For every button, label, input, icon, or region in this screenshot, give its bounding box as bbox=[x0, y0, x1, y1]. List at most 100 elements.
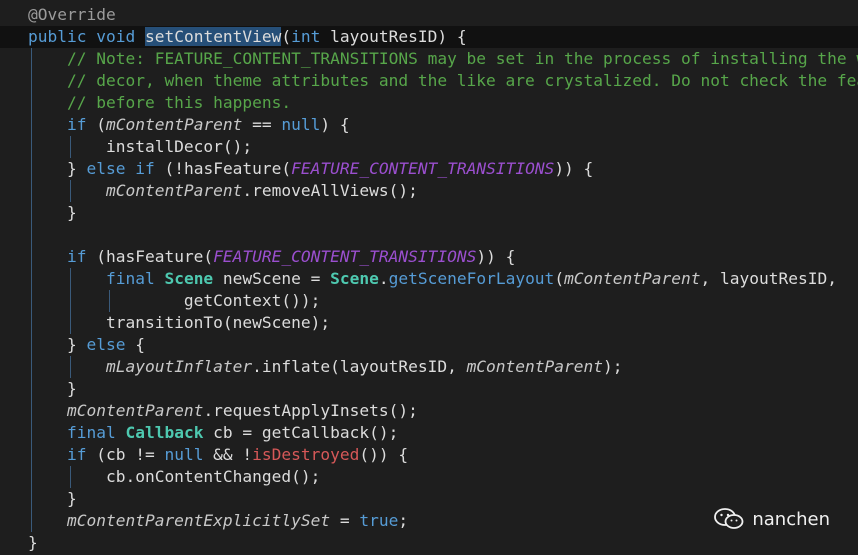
code-line[interactable]: installDecor(); bbox=[0, 136, 858, 158]
code-token: @Override bbox=[28, 5, 116, 24]
code-token: mLayoutInflater bbox=[105, 357, 253, 376]
code-token: mContentParent bbox=[66, 401, 204, 420]
code-text: cb.onContentChanged(); bbox=[28, 466, 320, 488]
code-token: ; bbox=[398, 511, 409, 530]
code-line[interactable]: } bbox=[0, 202, 858, 224]
code-text: getContext()); bbox=[28, 290, 320, 312]
code-text: final Scene newScene = Scene.getSceneFor… bbox=[28, 268, 837, 290]
code-editor[interactable]: @Override public void setContentView(int … bbox=[0, 0, 858, 555]
code-line[interactable]: // decor, when theme attributes and the … bbox=[0, 70, 858, 92]
indent-guide bbox=[70, 136, 71, 158]
code-token: ) { bbox=[320, 115, 350, 134]
code-token: newScene = bbox=[213, 269, 331, 288]
indent-guide bbox=[70, 466, 71, 488]
code-token: (cb != bbox=[86, 445, 165, 464]
code-line[interactable]: if (hasFeature(FEATURE_CONTENT_TRANSITIO… bbox=[0, 246, 858, 268]
code-token: mContentParent bbox=[564, 269, 701, 288]
code-line[interactable]: // Note: FEATURE_CONTENT_TRANSITIONS may… bbox=[0, 48, 858, 70]
code-line[interactable]: if (cb != null && !isDestroyed()) { bbox=[0, 444, 858, 466]
wechat-icon bbox=[714, 508, 744, 529]
code-token: final bbox=[105, 269, 155, 288]
indent-guide bbox=[31, 48, 32, 532]
code-token: mContentParent bbox=[105, 115, 243, 134]
code-token: } bbox=[28, 335, 87, 354]
code-token: mContentParentExplicitlySet bbox=[66, 511, 331, 530]
code-token: true bbox=[359, 511, 399, 530]
code-token: )) { bbox=[476, 247, 516, 266]
watermark-text: nanchen bbox=[752, 508, 830, 530]
code-line[interactable]: public void setContentView(int layoutRes… bbox=[0, 26, 858, 48]
code-line[interactable]: cb.onContentChanged(); bbox=[0, 466, 858, 488]
code-token: (hasFeature( bbox=[86, 247, 214, 266]
code-line[interactable]: // before this happens. bbox=[0, 92, 858, 114]
code-token: , layoutResID, bbox=[700, 269, 837, 288]
watermark: nanchen bbox=[714, 507, 830, 531]
code-line[interactable]: } else if (!hasFeature(FEATURE_CONTENT_T… bbox=[0, 158, 858, 180]
code-token: // before this happens. bbox=[66, 93, 292, 112]
code-token: } bbox=[28, 533, 38, 552]
code-token: && ! bbox=[203, 445, 253, 464]
code-line[interactable]: mContentParent.removeAllViews(); bbox=[0, 180, 858, 202]
code-line[interactable]: @Override bbox=[0, 4, 858, 26]
code-text: if (hasFeature(FEATURE_CONTENT_TRANSITIO… bbox=[28, 246, 515, 268]
code-token: public bbox=[28, 27, 87, 46]
code-token: = bbox=[330, 511, 360, 530]
indent-guide bbox=[109, 290, 110, 312]
code-text: // Note: FEATURE_CONTENT_TRANSITIONS may… bbox=[28, 48, 858, 70]
code-line[interactable]: } bbox=[0, 532, 858, 554]
code-line[interactable]: } bbox=[0, 378, 858, 400]
code-token: if bbox=[66, 247, 87, 266]
code-line[interactable]: transitionTo(newScene); bbox=[0, 312, 858, 334]
code-token: Scene bbox=[330, 269, 379, 288]
code-text: public void setContentView(int layoutRes… bbox=[28, 26, 467, 48]
code-line[interactable]: mContentParent.requestApplyInsets(); bbox=[0, 400, 858, 422]
code-token: null bbox=[281, 115, 321, 134]
code-token: final bbox=[66, 423, 116, 442]
code-line[interactable]: } else { bbox=[0, 334, 858, 356]
code-token: getContext()); bbox=[28, 291, 321, 310]
code-token: } bbox=[28, 159, 87, 178]
code-line[interactable]: final Callback cb = getCallback(); bbox=[0, 422, 858, 444]
code-token: cb.onContentChanged(); bbox=[28, 467, 321, 486]
code-token: ( bbox=[86, 115, 106, 134]
code-token: } bbox=[28, 379, 77, 398]
code-token: (!hasFeature( bbox=[154, 159, 292, 178]
code-token: // decor, when theme attributes and the … bbox=[66, 71, 858, 90]
code-text: } else { bbox=[28, 334, 145, 356]
indent-guide bbox=[70, 180, 71, 202]
code-line[interactable]: getContext()); bbox=[0, 290, 858, 312]
code-text: } else if (!hasFeature(FEATURE_CONTENT_T… bbox=[28, 158, 593, 180]
code-token: getSceneForLayout bbox=[388, 269, 555, 288]
code-token: .inflate(layoutResID, bbox=[252, 357, 467, 376]
code-token: Scene bbox=[164, 269, 214, 288]
code-token: installDecor(); bbox=[28, 137, 253, 156]
code-token: FEATURE_CONTENT_TRANSITIONS bbox=[291, 159, 555, 178]
code-text: } bbox=[28, 532, 38, 554]
code-token: else bbox=[86, 159, 126, 178]
code-line[interactable] bbox=[0, 224, 858, 246]
code-text: installDecor(); bbox=[28, 136, 252, 158]
code-text: if (cb != null && !isDestroyed()) { bbox=[28, 444, 408, 466]
code-text: transitionTo(newScene); bbox=[28, 312, 330, 334]
code-token: . bbox=[378, 269, 389, 288]
code-text: mContentParent.requestApplyInsets(); bbox=[28, 400, 418, 422]
code-token: ( bbox=[554, 269, 565, 288]
code-token: if bbox=[66, 115, 87, 134]
code-line[interactable]: if (mContentParent == null) { bbox=[0, 114, 858, 136]
code-line[interactable]: mLayoutInflater.inflate(layoutResID, mCo… bbox=[0, 356, 858, 378]
code-line[interactable]: final Scene newScene = Scene.getSceneFor… bbox=[0, 268, 858, 290]
code-token: .removeAllViews(); bbox=[242, 181, 418, 200]
code-token: Callback bbox=[125, 423, 204, 442]
indent-guide bbox=[70, 268, 71, 334]
code-text: @Override bbox=[28, 4, 116, 26]
